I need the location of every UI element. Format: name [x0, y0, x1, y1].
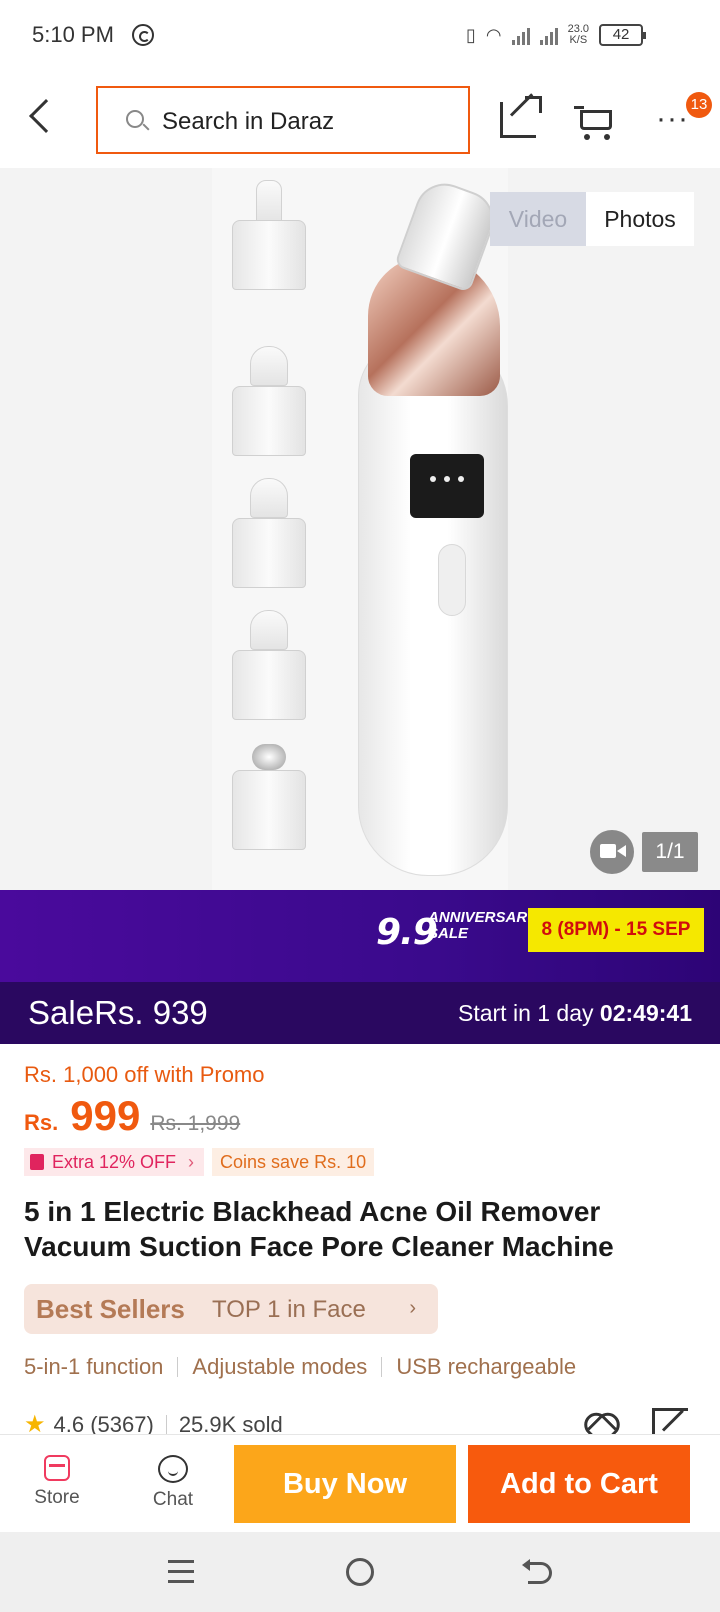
image-counter: 1/1: [642, 832, 698, 872]
video-camera-icon[interactable]: [590, 830, 634, 874]
best-sellers-banner[interactable]: Best Sellers TOP 1 in Face ›: [24, 1284, 438, 1334]
status-bar: 5:10 PM ▯ ◠ 23.0 K/S 42: [0, 0, 720, 72]
nozzle-image: [228, 478, 310, 594]
chat-button[interactable]: Chat: [134, 1445, 212, 1523]
signal-icon: [511, 25, 530, 45]
media-tabs: Video Photos: [490, 192, 694, 246]
chat-icon: [158, 1455, 188, 1483]
system-back-icon[interactable]: [522, 1559, 552, 1584]
promo-text[interactable]: Rs. 1,000 off with Promo: [24, 1062, 265, 1088]
nozzle-image: [228, 610, 310, 726]
status-icons: ▯ ◠ 23.0 K/S 42: [466, 22, 647, 48]
offer-chips: Extra 12% OFF › Coins save Rs. 10: [24, 1148, 375, 1176]
campaign-event: ANNIVERSARY SALE: [428, 909, 537, 942]
back-arrow-icon[interactable]: [29, 99, 63, 133]
status-time: 5:10 PM: [32, 22, 114, 47]
campaign-date: 8 (8PM) - 15 SEP: [528, 908, 704, 952]
net-speed: 23.0 K/S: [567, 23, 590, 46]
sale-price: SaleRs. 939: [28, 994, 208, 1031]
chat-label: Chat: [152, 1489, 194, 1510]
nozzle-image: [228, 346, 310, 462]
more-icon[interactable]: ···: [656, 104, 689, 134]
nozzle-image: [228, 180, 310, 296]
signal-icon-2: [539, 25, 558, 45]
tab-video[interactable]: Video: [490, 192, 586, 246]
product-title: 5 in 1 Electric Blackhead Acne Oil Remov…: [24, 1196, 614, 1262]
price-currency: Rs.: [24, 1110, 59, 1135]
battery-icon: 42: [599, 24, 647, 46]
nozzle-image: [228, 740, 310, 856]
search-icon: [126, 110, 144, 128]
extra-off-chip[interactable]: Extra 12% OFF ›: [24, 1148, 205, 1176]
tab-photos[interactable]: Photos: [586, 192, 694, 246]
feature-tag: USB rechargeable: [396, 1354, 577, 1379]
feature-tags: 5-in-1 function Adjustable modes USB rec…: [24, 1354, 576, 1380]
coins-chip[interactable]: Coins save Rs. 10: [212, 1148, 375, 1176]
search-placeholder: Search in Daraz: [162, 108, 335, 135]
price-amount: 999: [70, 1092, 141, 1139]
original-price: Rs. 1,999: [150, 1112, 241, 1135]
product-image-gallery[interactable]: Video Photos 1/1: [0, 168, 720, 890]
wifi-icon: ◠: [485, 24, 502, 45]
share-icon[interactable]: [500, 96, 542, 138]
campaign-banner[interactable]: 9.9 ANNIVERSARY SALE 8 (8PM) - 15 SEP: [0, 890, 720, 982]
recent-apps-icon[interactable]: [168, 1560, 194, 1584]
voucher-icon: [30, 1154, 44, 1170]
store-label: Store: [34, 1487, 80, 1508]
feature-tag: Adjustable modes: [192, 1354, 368, 1379]
cart-icon[interactable]: [574, 104, 614, 140]
sale-strip: SaleRs. 939 Start in 1 day 02:49:41: [0, 982, 720, 1044]
chevron-right-icon: ›: [409, 1297, 416, 1319]
whatsapp-icon: [132, 24, 154, 46]
bottom-action-bar: Store Chat Buy Now Add to Cart: [0, 1434, 720, 1532]
search-input[interactable]: Search in Daraz: [96, 86, 470, 154]
system-nav-bar: [0, 1532, 720, 1612]
feature-tag: 5-in-1 function: [24, 1354, 164, 1379]
add-to-cart-button[interactable]: Add to Cart: [468, 1445, 690, 1523]
store-button[interactable]: Store: [18, 1445, 96, 1523]
chevron-right-icon: ›: [188, 1152, 195, 1172]
best-sellers-rank: TOP 1 in Face: [212, 1296, 366, 1323]
vibrate-icon: ▯: [466, 24, 476, 45]
price-row: Rs. 999 Rs. 1,999: [24, 1092, 240, 1142]
store-icon: [44, 1455, 70, 1481]
best-sellers-label: Best Sellers: [36, 1294, 185, 1324]
device-image: [358, 175, 508, 876]
top-header: Search in Daraz ··· 13: [0, 72, 720, 168]
sale-countdown: Start in 1 day 02:49:41: [458, 1000, 692, 1026]
buy-now-button[interactable]: Buy Now: [234, 1445, 456, 1523]
home-icon[interactable]: [346, 1558, 374, 1586]
notification-badge: 13: [686, 92, 712, 118]
